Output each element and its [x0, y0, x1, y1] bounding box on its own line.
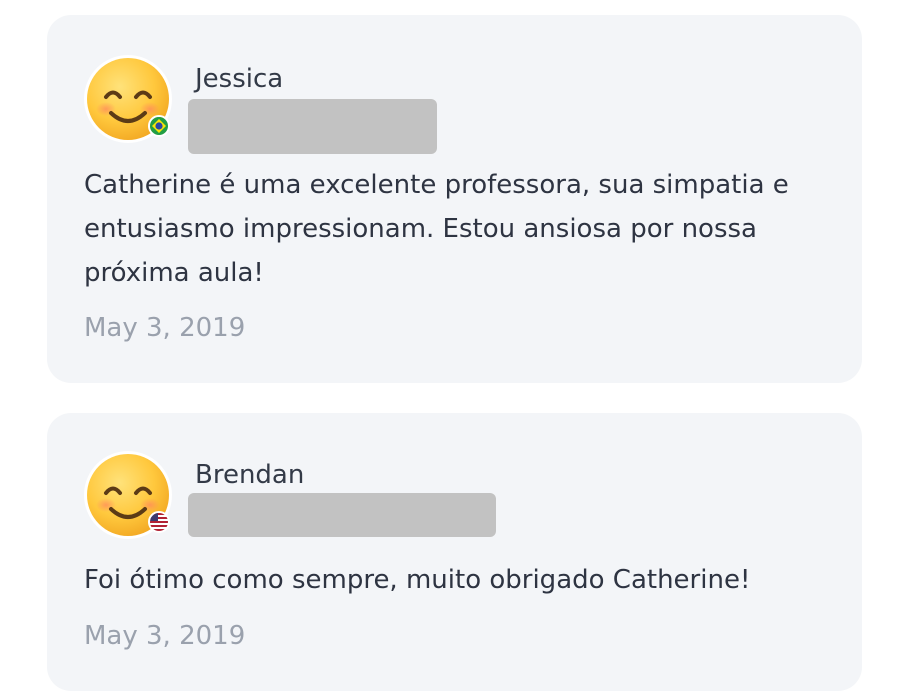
redacted-info: [188, 493, 496, 537]
brazil-flag-icon: [148, 115, 170, 137]
page: { "reviews": [ { "name": "Jessica", "ava…: [0, 0, 909, 699]
us-flag-icon: [148, 511, 170, 533]
review-card: Brendan Foi ótimo como sempre, muito obr…: [47, 413, 862, 691]
reviewer-name: Brendan: [195, 460, 305, 490]
reviewer-avatar[interactable]: [84, 451, 172, 539]
review-text: Foi ótimo como sempre, muito obrigado Ca…: [84, 565, 751, 595]
review-date: May 3, 2019: [84, 313, 246, 343]
reviewer-name: Jessica: [195, 64, 284, 94]
review-text: Catherine é uma excelente professora, su…: [84, 170, 789, 288]
review-card: Jessica Catherine é uma excelente profes…: [47, 15, 862, 383]
redacted-info: [188, 99, 437, 154]
reviewer-avatar[interactable]: [84, 55, 172, 143]
review-date: May 3, 2019: [84, 621, 246, 651]
